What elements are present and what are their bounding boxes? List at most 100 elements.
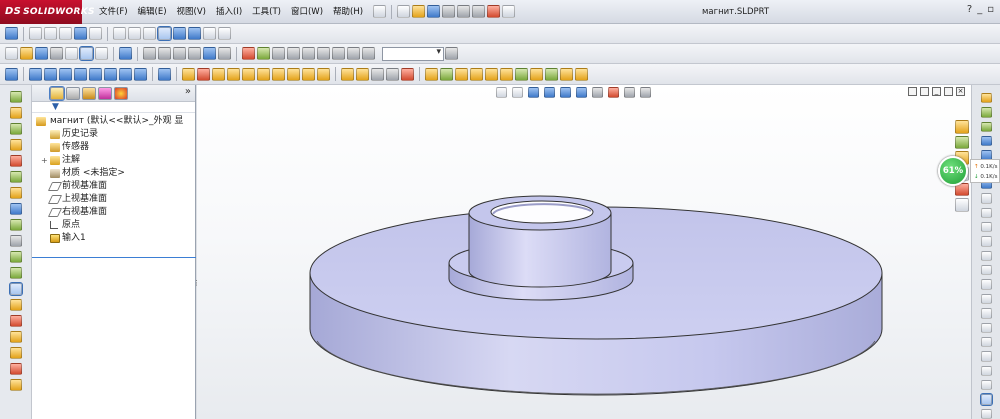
circle-icon[interactable]	[9, 139, 22, 151]
chamfer-icon[interactable]	[197, 67, 210, 81]
undo-icon[interactable]	[457, 5, 471, 18]
tree-item-front-plane[interactable]: 前视基准面	[32, 180, 195, 193]
sketch-icon[interactable]	[5, 67, 18, 81]
offset-entities-icon[interactable]	[9, 235, 22, 247]
display-state-dropdown[interactable]	[382, 46, 444, 61]
pin-icon[interactable]	[373, 5, 387, 18]
tree-item-top-plane[interactable]: 上视基准面	[32, 193, 195, 206]
filled-surface-icon[interactable]	[500, 67, 513, 81]
cameras-icon[interactable]	[317, 47, 330, 60]
relations-icon[interactable]	[979, 393, 993, 406]
apply-scene-icon[interactable]	[624, 87, 635, 98]
render-icon[interactable]	[332, 47, 345, 60]
extend-surface-icon[interactable]	[575, 67, 588, 81]
zoom-to-fit-icon[interactable]	[496, 87, 507, 98]
combo-button-icon[interactable]	[445, 47, 458, 60]
wrap-icon[interactable]	[317, 67, 330, 81]
view-orientation-icon[interactable]	[143, 47, 156, 60]
spline-icon[interactable]	[980, 222, 992, 233]
shaded-icon[interactable]	[173, 27, 186, 40]
sheet-metal-icon[interactable]	[9, 331, 22, 343]
tree-root-part[interactable]: магнит (默认<<默认>_外观 显	[32, 115, 195, 128]
move-face-icon[interactable]	[371, 67, 384, 81]
zoom-in-out-icon[interactable]	[59, 27, 72, 40]
extend-icon[interactable]	[980, 293, 992, 305]
expand-panel-icon[interactable]: »	[185, 86, 191, 97]
tree-item-material[interactable]: 材质 <未指定>	[32, 167, 195, 180]
line-icon[interactable]	[980, 107, 992, 118]
network-percent-badge[interactable]: 61%	[938, 156, 968, 186]
revolve-cut-icon[interactable]	[104, 67, 117, 81]
hidden-lines-visible-icon[interactable]	[128, 27, 141, 40]
flatten-icon[interactable]	[9, 379, 22, 391]
tree-item-history[interactable]: 历史记录	[32, 128, 195, 141]
expand-toggle-icon[interactable]: +	[41, 154, 48, 167]
hide-show-items-icon[interactable]	[592, 87, 603, 98]
trim-icon[interactable]	[9, 203, 22, 215]
section-view-icon[interactable]	[218, 27, 231, 40]
print-icon[interactable]	[50, 47, 63, 60]
menu-tools[interactable]: 工具(T)	[247, 0, 286, 24]
loft-cut-icon[interactable]	[134, 67, 147, 81]
display-pane-icon[interactable]	[272, 47, 285, 60]
close-doc-icon[interactable]: ×	[956, 87, 965, 96]
offset-icon[interactable]	[980, 265, 992, 276]
view-grid-icon[interactable]	[188, 47, 201, 60]
tree-item-sensors[interactable]: 传感器	[32, 141, 195, 154]
restore-window-icon[interactable]: ▫	[987, 4, 994, 15]
display-manager-tab[interactable]	[114, 86, 128, 100]
rollback-bar[interactable]	[32, 257, 196, 258]
decals-icon[interactable]	[287, 47, 300, 60]
rotate-icon[interactable]	[980, 336, 992, 348]
draft-icon[interactable]	[242, 67, 255, 81]
configurationmanager-tab[interactable]	[82, 86, 96, 100]
restore-doc-icon[interactable]	[944, 87, 953, 96]
extrude-boss-icon[interactable]	[29, 67, 42, 81]
arc-icon[interactable]	[9, 155, 22, 167]
display-style-icon[interactable]	[576, 87, 587, 98]
point-icon[interactable]	[980, 121, 992, 133]
select-icon[interactable]	[79, 46, 94, 61]
print-icon[interactable]	[442, 5, 456, 18]
revolve-boss-icon[interactable]	[44, 67, 57, 81]
walkthrough-icon[interactable]	[347, 47, 360, 60]
scene-icon[interactable]	[257, 47, 270, 60]
view-isometric-icon[interactable]	[218, 47, 231, 60]
linear-pattern-icon[interactable]	[287, 67, 300, 81]
curve-icon[interactable]	[341, 67, 354, 81]
trim-surface-icon[interactable]	[560, 67, 573, 81]
fillet-icon[interactable]	[182, 67, 195, 81]
scale-icon[interactable]	[980, 351, 992, 362]
solidworks-logo[interactable]: DS SOLIDWORKS	[0, 0, 94, 24]
stretch-icon[interactable]	[980, 379, 992, 391]
delete-face-icon[interactable]	[386, 67, 399, 81]
new-icon[interactable]	[5, 47, 18, 60]
menu-edit[interactable]: 编辑(E)	[133, 0, 172, 24]
design-library-icon[interactable]	[955, 135, 969, 150]
repair-sketch-icon[interactable]	[980, 408, 992, 419]
select-dropdown-icon[interactable]	[95, 47, 108, 60]
view-list-icon[interactable]	[173, 47, 186, 60]
tile-icon[interactable]	[908, 87, 917, 96]
dome-icon[interactable]	[272, 67, 285, 81]
surface-sweep-icon[interactable]	[455, 67, 468, 81]
pattern-icon[interactable]	[9, 219, 22, 231]
menu-view[interactable]: 视图(V)	[172, 0, 211, 24]
zoom-area-icon[interactable]	[44, 27, 57, 40]
instant3d-icon[interactable]	[356, 67, 369, 81]
rebuild-icon[interactable]	[487, 5, 501, 18]
network-speed-widget[interactable]: 61% ↑ 0.1K/s ↓ 0.1K/s	[938, 156, 1000, 186]
help-icon[interactable]: ?	[967, 4, 972, 15]
polygon-icon[interactable]	[980, 193, 992, 204]
surface-revolve-icon[interactable]	[440, 67, 453, 81]
save-icon[interactable]	[35, 47, 48, 60]
menu-insert[interactable]: 插入(I)	[211, 0, 247, 24]
mold-icon[interactable]	[9, 315, 22, 327]
appearance-icon[interactable]	[242, 47, 255, 60]
minimize-doc-icon[interactable]: _	[932, 87, 941, 96]
shell-icon[interactable]	[227, 67, 240, 81]
redo-icon[interactable]	[472, 5, 486, 18]
wireframe-icon[interactable]	[113, 27, 126, 40]
unfold-icon[interactable]	[9, 363, 22, 375]
sweep-boss-icon[interactable]	[59, 67, 72, 81]
